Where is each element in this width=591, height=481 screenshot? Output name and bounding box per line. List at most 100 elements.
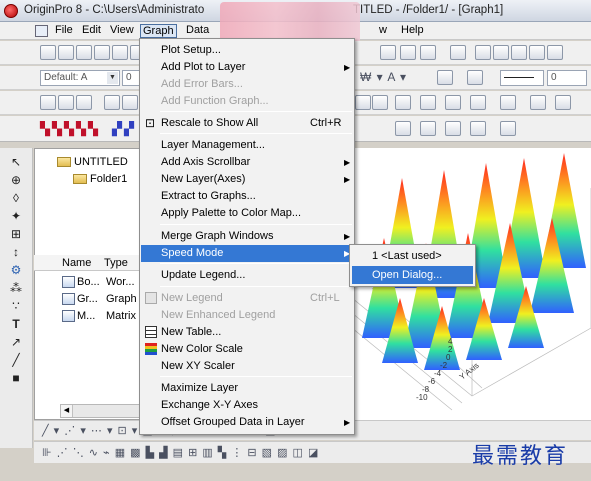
menu-item-add-error-bars[interactable]: Add Error Bars... xyxy=(141,76,353,93)
data-selector-icon[interactable]: ↕ xyxy=(8,244,24,260)
refresh-icon[interactable] xyxy=(420,45,436,60)
menu-item-add-plot-to-layer[interactable]: Add Plot to Layer ▶ xyxy=(141,59,353,76)
scale-toolbar-icon[interactable] xyxy=(445,95,461,110)
results-log-icon[interactable] xyxy=(475,45,491,60)
menu-item-offset-grouped-data-in-layer[interactable]: Offset Grouped Data in Layer ▶ xyxy=(141,414,353,431)
print-icon[interactable] xyxy=(380,45,396,60)
menu-item-shortcut: Ctrl+R xyxy=(310,117,342,129)
copy-page-icon[interactable] xyxy=(400,45,416,60)
scale-tool-icon[interactable]: ◊ xyxy=(8,190,24,206)
message-log-icon[interactable] xyxy=(529,45,545,60)
scroll-left-icon[interactable]: ◀ xyxy=(61,405,73,417)
plot-type-icons[interactable]: ⊪ ⋰ ⋱ ∿ ⌁ ▦ ▩ ▙ ▟ ▤ ⊞ ▥ ▚ ⋮ ⊟ ▧ ▨ ◫ ◪ xyxy=(42,446,319,459)
rescale-toolbar-icon[interactable] xyxy=(104,95,120,110)
menu-item-speed-mode[interactable]: Speed Mode ▶ xyxy=(141,245,353,262)
menu-item-new-table[interactable]: New Table... xyxy=(141,324,353,341)
menu-item-extract-to-graphs[interactable]: Extract to Graphs... xyxy=(141,188,353,205)
menu-separator xyxy=(160,224,352,225)
explorer-scrollbar[interactable]: ◀ xyxy=(60,404,142,418)
data-reader-icon[interactable]: ⊞ xyxy=(8,226,24,242)
menu-item-apply-palette-to-color-map[interactable]: Apply Palette to Color Map... xyxy=(141,205,353,222)
rotate-icon[interactable] xyxy=(395,121,411,136)
layer-icon[interactable] xyxy=(122,95,138,110)
screen-reader-icon[interactable]: ✦ xyxy=(8,208,24,224)
pointer-icon[interactable]: ↖ xyxy=(8,154,24,170)
new-matrix-icon[interactable] xyxy=(112,45,128,60)
zoom-in-icon[interactable] xyxy=(40,95,56,110)
new-graph-icon[interactable] xyxy=(94,45,110,60)
new-project-icon[interactable] xyxy=(40,45,56,60)
menu-item-add-function-graph[interactable]: Add Function Graph... xyxy=(141,93,353,110)
legend-toolbar-icon[interactable] xyxy=(420,95,436,110)
merge-toolbar-icon[interactable] xyxy=(500,95,516,110)
code-builder-icon[interactable] xyxy=(511,45,527,60)
menu-item-new-enhanced-legend[interactable]: New Enhanced Legend xyxy=(141,307,353,324)
project-explorer-icon[interactable] xyxy=(450,45,466,60)
font-combo[interactable]: Default: A ▼ xyxy=(40,70,120,86)
rectangle-tool-icon[interactable]: ■ xyxy=(8,370,24,386)
arrange-toolbar-icon[interactable] xyxy=(530,95,546,110)
chevron-down-icon[interactable]: ▼ xyxy=(107,72,118,84)
row-name[interactable]: Bo... xyxy=(77,276,100,288)
line-color-icon[interactable] xyxy=(467,70,483,85)
region-icon[interactable]: ⁂ xyxy=(8,280,24,296)
menu-item-layer-management[interactable]: Layer Management... xyxy=(141,137,353,154)
smart-hint-icon[interactable] xyxy=(547,45,563,60)
menu-item-new-layer-axes[interactable]: New Layer(Axes) ▶ xyxy=(141,171,353,188)
new-worksheet-icon[interactable] xyxy=(58,45,74,60)
line-size-combo[interactable]: 0 xyxy=(547,70,587,86)
menu-window[interactable]: w xyxy=(379,24,387,38)
menu-item-maximize-layer[interactable]: Maximize Layer xyxy=(141,380,353,397)
tilt-icon[interactable] xyxy=(420,121,436,136)
line-tool-icon[interactable]: ╱ xyxy=(8,352,24,368)
3d-plot-icons[interactable]: ▚▚▚▚▚ xyxy=(40,121,100,137)
menu-help[interactable]: Help xyxy=(401,24,424,38)
menu-item-add-axis-scrollbar[interactable]: Add Axis Scrollbar ▶ xyxy=(141,154,353,171)
menu-item-new-xy-scaler[interactable]: New XY Scaler xyxy=(141,358,353,375)
menu-item-plot-setup[interactable]: Plot Setup... xyxy=(141,42,353,59)
document-icon[interactable] xyxy=(35,25,48,37)
layer-color-icon[interactable] xyxy=(355,95,371,110)
reset-3d-icon[interactable] xyxy=(470,121,486,136)
surface-plot-icons[interactable]: ▞▞ xyxy=(112,121,136,137)
column-type[interactable]: Type xyxy=(104,257,128,269)
command-window-icon[interactable] xyxy=(493,45,509,60)
text-tool-icon[interactable]: T xyxy=(8,316,24,332)
menu-item-new-legend[interactable]: New Legend Ctrl+L xyxy=(141,290,353,307)
new-excel-icon[interactable] xyxy=(76,45,92,60)
origin-app-icon[interactable] xyxy=(4,4,18,18)
whole-page-icon[interactable] xyxy=(76,95,92,110)
fill-color-icon[interactable] xyxy=(437,70,453,85)
line-style-combo[interactable] xyxy=(500,70,544,86)
menu-item-new-color-scale[interactable]: New Color Scale xyxy=(141,341,353,358)
zoom-tool-icon[interactable]: ⊕ xyxy=(8,172,24,188)
projection-icon[interactable] xyxy=(500,121,516,136)
speed-open-dialog[interactable]: Open Dialog... xyxy=(352,266,473,284)
menu-view[interactable]: View xyxy=(110,24,134,38)
menu-data[interactable]: Data xyxy=(186,24,209,38)
menu-item-merge-graph-windows[interactable]: Merge Graph Windows ▶ xyxy=(141,228,353,245)
column-name[interactable]: Name xyxy=(62,257,91,269)
extract-toolbar-icon[interactable] xyxy=(555,95,571,110)
tree-folder1[interactable]: Folder1 xyxy=(73,173,127,185)
menu-edit[interactable]: Edit xyxy=(82,24,101,38)
menu-file[interactable]: File xyxy=(55,24,73,38)
menu-item-update-legend[interactable]: Update Legend... xyxy=(141,267,353,284)
zoom-out-icon[interactable] xyxy=(58,95,74,110)
menu-graph[interactable]: Graph xyxy=(140,24,177,38)
timer-icon[interactable] xyxy=(372,95,388,110)
menu-item-exchange-x-y-axes[interactable]: Exchange X-Y Axes xyxy=(141,397,353,414)
graph-export-icon[interactable] xyxy=(395,95,411,110)
text-color-icon[interactable]: ₩ ▾ A ▾ xyxy=(360,70,407,84)
row-name[interactable]: Gr... xyxy=(77,293,98,305)
draw-data-icon[interactable]: ∵ xyxy=(8,298,24,314)
tree-root[interactable]: UNTITLED xyxy=(57,156,128,168)
table-icon xyxy=(145,326,157,338)
row-name[interactable]: M... xyxy=(77,310,95,322)
menu-item-rescale-to-show-all[interactable]: ⊡ Rescale to Show All Ctrl+R xyxy=(141,115,353,132)
perspective-icon[interactable] xyxy=(445,121,461,136)
rotate-tool-icon[interactable]: ⚙ xyxy=(8,262,24,278)
speed-last-used[interactable]: 1 <Last used> xyxy=(352,247,473,265)
xy-toolbar-icon[interactable] xyxy=(470,95,486,110)
arrow-tool-icon[interactable]: ↗ xyxy=(8,334,24,350)
